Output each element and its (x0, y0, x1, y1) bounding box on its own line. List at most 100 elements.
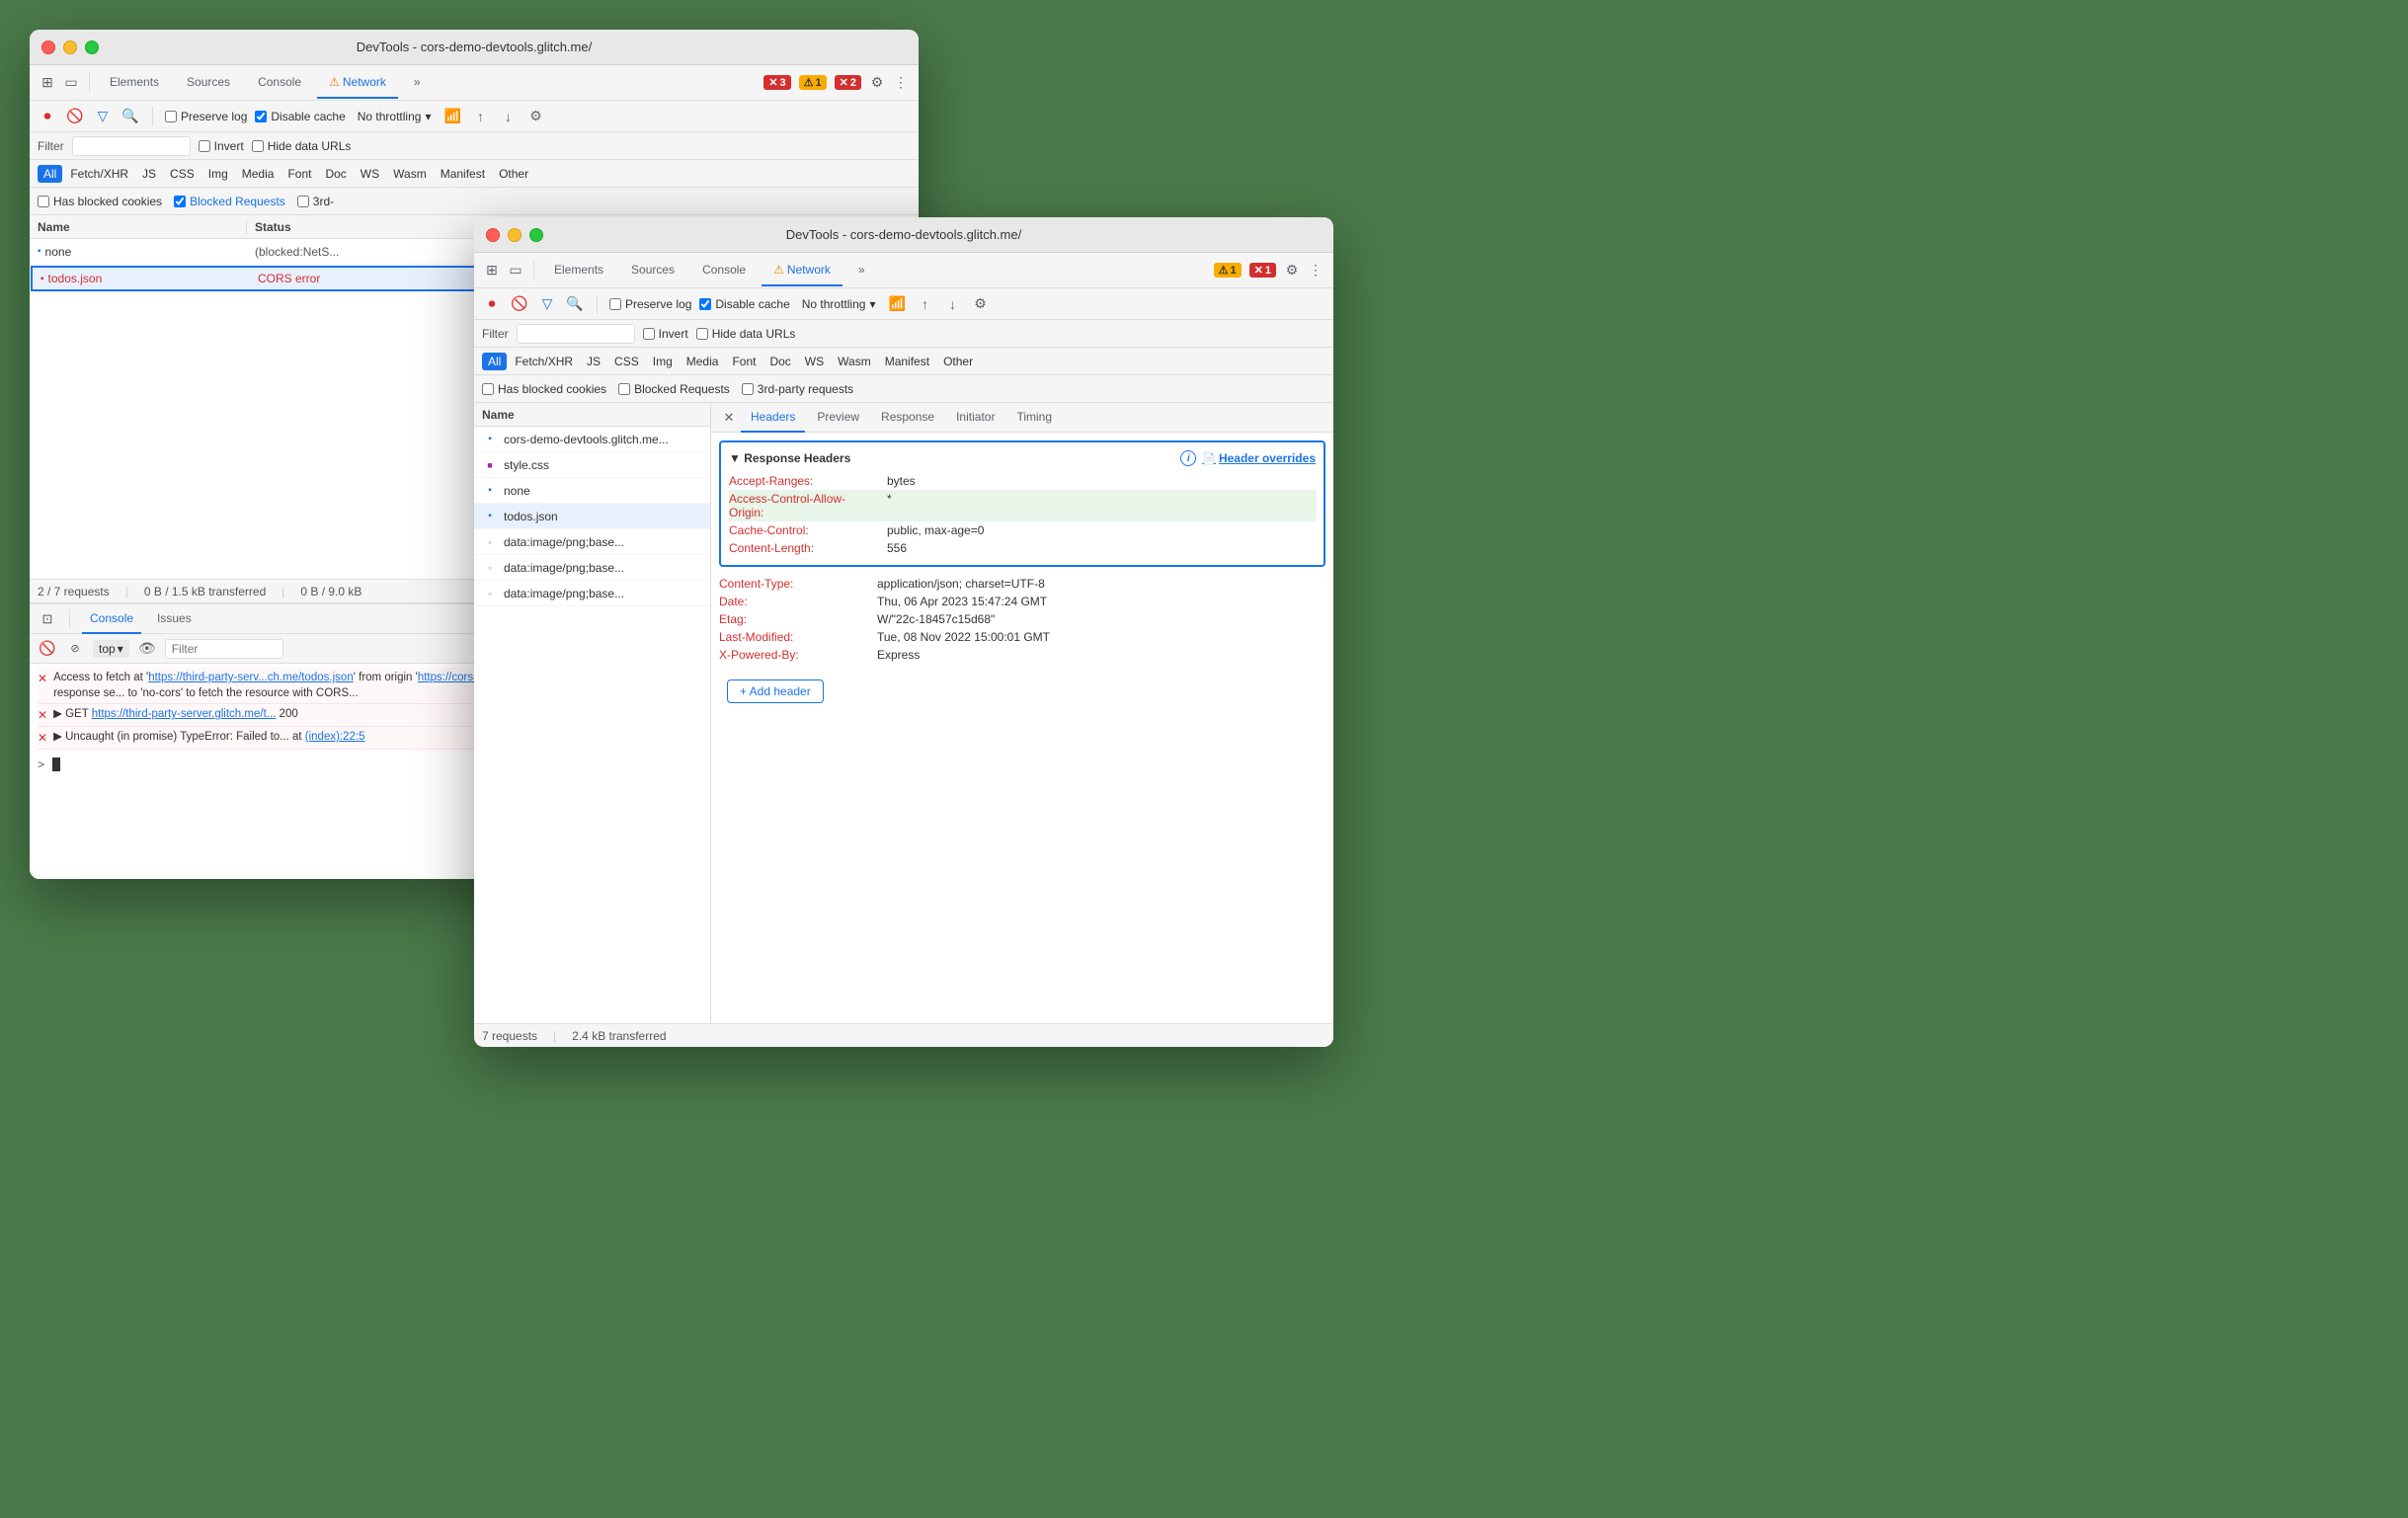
type-btn-js-2[interactable]: JS (581, 353, 606, 370)
throttle-btn-1[interactable]: No throttling ▾ (354, 108, 436, 125)
link-1[interactable]: https://third-party-serv...ch.me/todos.j… (148, 672, 354, 683)
console-filter-icon[interactable]: ⊘ (65, 639, 85, 659)
download-icon-2[interactable]: ↓ (942, 294, 962, 314)
elements-mode-icon-2[interactable]: ⊞ (482, 261, 502, 280)
type-btn-media-2[interactable]: Media (681, 353, 725, 370)
type-btn-js-1[interactable]: JS (136, 165, 162, 183)
type-btn-doc-1[interactable]: Doc (319, 165, 352, 183)
has-cookies-label-2[interactable]: Has blocked cookies (482, 382, 606, 396)
headers-tab-initiator[interactable]: Initiator (946, 403, 1004, 433)
hide-data-urls-label-1[interactable]: Hide data URLs (252, 139, 352, 153)
third-party-label-2[interactable]: 3rd-party requests (742, 382, 853, 396)
tab-sources-2[interactable]: Sources (619, 255, 686, 286)
type-btn-doc-2[interactable]: Doc (763, 353, 796, 370)
has-cookies-check-2[interactable] (482, 383, 494, 395)
hide-data-urls-check-2[interactable] (696, 328, 708, 340)
type-btn-fetch-2[interactable]: Fetch/XHR (509, 353, 579, 370)
type-btn-wasm-1[interactable]: Wasm (387, 165, 433, 183)
third-party-check-2[interactable] (742, 383, 754, 395)
headers-tab-response[interactable]: Response (871, 403, 944, 433)
search-icon-2[interactable]: 🔍 (565, 294, 585, 314)
headers-tab-preview[interactable]: Preview (807, 403, 869, 433)
cursor[interactable] (52, 758, 60, 771)
type-btn-all-2[interactable]: All (482, 353, 507, 370)
third-party-check-1[interactable] (297, 196, 309, 207)
more-options-icon-1[interactable]: ⋮ (891, 73, 911, 93)
tab-elements-1[interactable]: Elements (98, 67, 171, 99)
file-item-img2[interactable]: ▫ data:image/png;base... (474, 555, 710, 581)
throttle-btn-2[interactable]: No throttling ▾ (798, 295, 880, 313)
maximize-button-2[interactable] (529, 228, 543, 242)
invert-label-1[interactable]: Invert (199, 139, 244, 153)
blocked-requests-check-1[interactable] (174, 196, 186, 207)
stop-recording-icon-2[interactable]: ⏺ (482, 294, 502, 314)
tab-network-2[interactable]: ⚠ Network (762, 255, 843, 286)
tab-issues-1[interactable]: Issues (149, 604, 200, 634)
upload-icon-1[interactable]: ↑ (470, 107, 490, 126)
maximize-button-1[interactable] (85, 40, 99, 54)
link-3[interactable]: https://third-party-server.glitch.me/t..… (92, 708, 277, 720)
context-selector[interactable]: top ▾ (93, 640, 129, 658)
upload-icon-2[interactable]: ↑ (915, 294, 934, 314)
stop-recording-icon-1[interactable]: ⏺ (38, 107, 57, 126)
settings-icon-1[interactable]: ⚙ (867, 73, 887, 93)
file-item-cors[interactable]: ▪ cors-demo-devtools.glitch.me... (474, 427, 710, 452)
filter-input-2[interactable] (517, 324, 635, 344)
type-btn-media-1[interactable]: Media (236, 165, 281, 183)
filter-icon-2[interactable]: ▽ (537, 294, 557, 314)
console-filter-input[interactable] (165, 639, 283, 659)
wifi-icon-1[interactable]: 📶 (442, 107, 462, 126)
tab-sources-1[interactable]: Sources (175, 67, 242, 99)
type-btn-img-2[interactable]: Img (647, 353, 679, 370)
tab-console-1[interactable]: Console (246, 67, 313, 99)
minimize-button-1[interactable] (63, 40, 77, 54)
tab-elements-2[interactable]: Elements (542, 255, 615, 286)
type-btn-font-1[interactable]: Font (281, 165, 317, 183)
invert-check-1[interactable] (199, 140, 210, 152)
type-btn-all-1[interactable]: All (38, 165, 62, 183)
type-btn-fetch-1[interactable]: Fetch/XHR (64, 165, 134, 183)
console-eye-icon[interactable]: 👁 (137, 639, 157, 659)
header-overrides-link[interactable]: 📄 Header overrides (1202, 451, 1316, 465)
console-expand-icon[interactable]: ⊡ (38, 609, 57, 629)
filter-input-1[interactable] (72, 136, 191, 156)
preserve-log-label-2[interactable]: Preserve log (609, 297, 691, 311)
invert-label-2[interactable]: Invert (643, 327, 688, 341)
blocked-requests-label-1[interactable]: Blocked Requests (174, 195, 285, 208)
elements-mode-icon[interactable]: ⊞ (38, 73, 57, 93)
has-cookies-label-1[interactable]: Has blocked cookies (38, 195, 162, 208)
type-btn-ws-2[interactable]: WS (799, 353, 830, 370)
file-item-img1[interactable]: ▫ data:image/png;base... (474, 529, 710, 555)
close-headers-tab[interactable]: ✕ (719, 408, 739, 428)
file-item-img3[interactable]: ▫ data:image/png;base... (474, 581, 710, 606)
type-btn-img-1[interactable]: Img (202, 165, 234, 183)
gear-icon-net-2[interactable]: ⚙ (970, 294, 990, 314)
disable-cache-check-1[interactable] (255, 111, 267, 122)
file-item-css[interactable]: ■ style.css (474, 452, 710, 478)
link-4[interactable]: (index):22:5 (305, 731, 365, 743)
disable-cache-label-1[interactable]: Disable cache (255, 110, 345, 123)
filter-icon-1[interactable]: ▽ (93, 107, 113, 126)
type-btn-ws-1[interactable]: WS (355, 165, 385, 183)
wifi-icon-2[interactable]: 📶 (887, 294, 907, 314)
tab-network-1[interactable]: ⚠ Network (317, 67, 398, 99)
download-icon-1[interactable]: ↓ (498, 107, 518, 126)
minimize-button-2[interactable] (508, 228, 522, 242)
type-btn-other-2[interactable]: Other (937, 353, 979, 370)
console-clear-icon[interactable]: 🚫 (38, 639, 57, 659)
headers-tab-timing[interactable]: Timing (1006, 403, 1062, 433)
close-button-2[interactable] (486, 228, 500, 242)
clear-icon-2[interactable]: 🚫 (510, 294, 529, 314)
more-options-icon-2[interactable]: ⋮ (1306, 261, 1325, 280)
type-btn-font-2[interactable]: Font (726, 353, 762, 370)
type-btn-wasm-2[interactable]: Wasm (832, 353, 877, 370)
hide-data-urls-check-1[interactable] (252, 140, 264, 152)
type-btn-css-1[interactable]: CSS (164, 165, 201, 183)
tab-more-2[interactable]: » (846, 255, 877, 286)
device-toolbar-icon-2[interactable]: ▭ (506, 261, 525, 280)
file-item-todos[interactable]: ▪ todos.json (474, 504, 710, 529)
search-icon-1[interactable]: 🔍 (120, 107, 140, 126)
preserve-log-check-2[interactable] (609, 298, 621, 310)
close-button-1[interactable] (41, 40, 55, 54)
device-toolbar-icon[interactable]: ▭ (61, 73, 81, 93)
